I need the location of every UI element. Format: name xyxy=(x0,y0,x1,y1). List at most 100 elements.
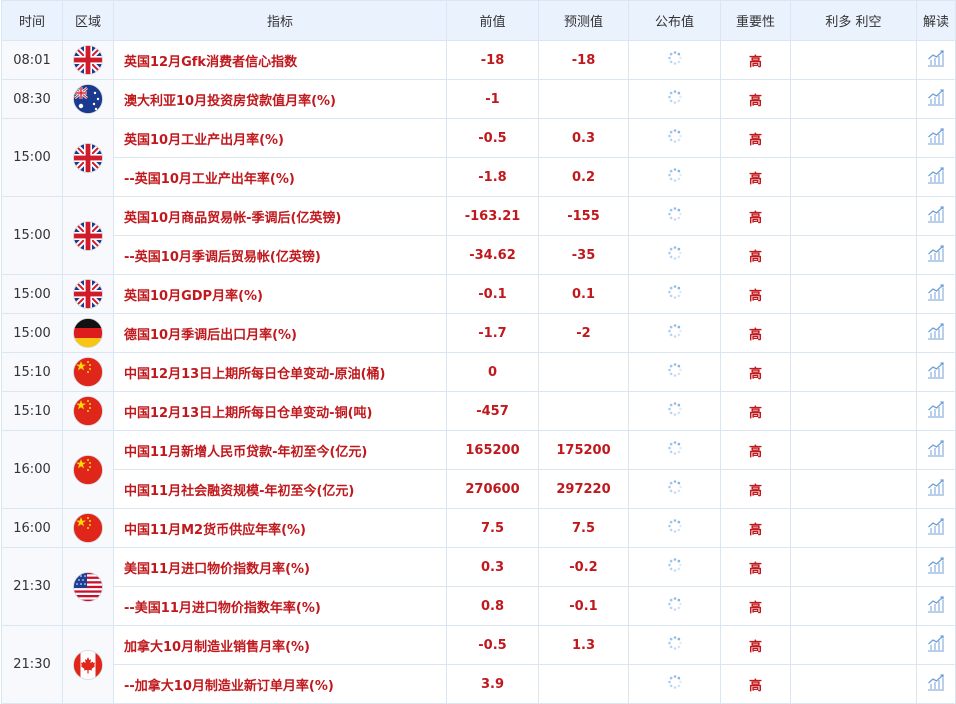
loading-spinner-icon xyxy=(667,90,683,109)
indicator-name[interactable]: 加拿大10月制造业销售月率(%) xyxy=(113,625,447,665)
indicator-name[interactable]: 英国10月工业产出月率(%) xyxy=(113,118,447,158)
analysis-cell[interactable] xyxy=(916,235,956,275)
chart-analysis-icon[interactable] xyxy=(926,89,946,111)
time-cell: 21:30 xyxy=(1,625,63,704)
china-flag-icon xyxy=(62,430,114,509)
indicator-name[interactable]: --英国10月季调后贸易帐(亿英镑) xyxy=(113,235,447,275)
chart-analysis-icon[interactable] xyxy=(926,440,946,462)
importance-level: 高 xyxy=(720,508,791,548)
importance-level: 高 xyxy=(720,79,791,119)
chart-analysis-icon[interactable] xyxy=(926,479,946,501)
analysis-cell[interactable] xyxy=(916,547,956,587)
analysis-cell[interactable] xyxy=(916,79,956,119)
indicator-name[interactable]: 中国12月13日上期所每日仓单变动-原油(桶) xyxy=(113,352,447,392)
actual-value xyxy=(628,79,721,119)
chart-analysis-icon[interactable] xyxy=(926,206,946,228)
chart-analysis-icon[interactable] xyxy=(926,362,946,384)
analysis-cell[interactable] xyxy=(916,508,956,548)
loading-spinner-icon xyxy=(667,285,683,304)
analysis-cell[interactable] xyxy=(916,313,956,353)
indicator-name[interactable]: 澳大利亚10月投资房贷款值月率(%) xyxy=(113,79,447,119)
analysis-cell[interactable] xyxy=(916,40,956,80)
actual-value xyxy=(628,157,721,197)
time-cell: 15:00 xyxy=(1,118,63,197)
table-row: 21:30 美国11月进口物价指数月率(%) 0.3 -0.2 高 xyxy=(1,547,956,626)
chart-analysis-icon[interactable] xyxy=(926,401,946,423)
previous-value: -163.21 xyxy=(446,196,539,236)
analysis-cell[interactable] xyxy=(916,274,956,314)
header-analysis: 解读 xyxy=(916,0,956,41)
indicator-name[interactable]: 英国10月GDP月率(%) xyxy=(113,274,447,314)
indicator-name[interactable]: 德国10月季调后出口月率(%) xyxy=(113,313,447,353)
indicator-name[interactable]: 美国11月进口物价指数月率(%) xyxy=(113,547,447,587)
importance-level: 高 xyxy=(720,586,791,626)
table-row: 08:01 英国12月Gfk消费者信心指数 -18 -18 高 xyxy=(1,40,956,80)
indicator-name[interactable]: 英国12月Gfk消费者信心指数 xyxy=(113,40,447,80)
analysis-cell[interactable] xyxy=(916,118,956,158)
time-cell: 15:00 xyxy=(1,313,63,353)
analysis-cell[interactable] xyxy=(916,625,956,665)
previous-value: 270600 xyxy=(446,469,539,509)
table-row: --加拿大10月制造业新订单月率(%) 3.9 高 xyxy=(2,664,956,704)
time-cell: 16:00 xyxy=(1,508,63,548)
importance-level: 高 xyxy=(720,40,791,80)
chart-analysis-icon[interactable] xyxy=(926,674,946,696)
forecast-value: -35 xyxy=(538,235,629,275)
germany-flag-icon xyxy=(62,313,114,353)
indicator-name[interactable]: 中国11月社会融资规模-年初至今(亿元) xyxy=(113,469,447,509)
analysis-cell[interactable] xyxy=(916,586,956,626)
chart-analysis-icon[interactable] xyxy=(926,50,946,72)
loading-spinner-icon xyxy=(667,246,683,265)
chart-analysis-icon[interactable] xyxy=(926,245,946,267)
indicator-name[interactable]: 英国10月商品贸易帐-季调后(亿英镑) xyxy=(113,196,447,236)
chart-analysis-icon[interactable] xyxy=(926,167,946,189)
actual-value xyxy=(628,118,721,158)
forecast-value: -18 xyxy=(538,40,629,80)
chart-analysis-icon[interactable] xyxy=(926,128,946,150)
actual-value xyxy=(628,274,721,314)
header-forecast: 预测值 xyxy=(538,0,629,41)
table-row: 15:00 英国10月GDP月率(%) -0.1 0.1 高 xyxy=(1,274,956,314)
chart-analysis-icon[interactable] xyxy=(926,518,946,540)
analysis-cell[interactable] xyxy=(916,391,956,431)
indicator-name[interactable]: --美国11月进口物价指数年率(%) xyxy=(113,586,447,626)
analysis-cell[interactable] xyxy=(916,157,956,197)
forecast-value: 0.1 xyxy=(538,274,629,314)
impact-cell xyxy=(790,235,917,275)
table-row: 中国11月社会融资规模-年初至今(亿元) 270600 297220 高 xyxy=(2,469,956,509)
indicator-name[interactable]: 中国12月13日上期所每日仓单变动-铜(吨) xyxy=(113,391,447,431)
chart-analysis-icon[interactable] xyxy=(926,635,946,657)
time-cell: 21:30 xyxy=(1,547,63,626)
forecast-value: 0.2 xyxy=(538,157,629,197)
analysis-cell[interactable] xyxy=(916,469,956,509)
table-row: 15:00 英国10月商品贸易帐-季调后(亿英镑) -163.21 -155 高 xyxy=(1,196,956,275)
calendar-body: 08:01 英国12月Gfk消费者信心指数 -18 -18 高 08:30 澳大利亚10月投… xyxy=(1,40,956,704)
indicator-name[interactable]: 中国11月M2货币供应年率(%) xyxy=(113,508,447,548)
table-row: 15:10 中国12月13日上期所每日仓单变动-原油(桶) 0 高 xyxy=(1,352,956,392)
china-flag-icon xyxy=(62,391,114,431)
indicator-name[interactable]: --英国10月工业产出年率(%) xyxy=(113,157,447,197)
header-time: 时间 xyxy=(1,0,63,41)
analysis-cell[interactable] xyxy=(916,430,956,470)
analysis-cell[interactable] xyxy=(916,664,956,704)
header-region: 区域 xyxy=(62,0,114,41)
actual-value xyxy=(628,586,721,626)
chart-analysis-icon[interactable] xyxy=(926,284,946,306)
time-cell: 16:00 xyxy=(1,430,63,509)
chart-analysis-icon[interactable] xyxy=(926,323,946,345)
forecast-value xyxy=(538,391,629,431)
forecast-value: 175200 xyxy=(538,430,629,470)
previous-value: -0.5 xyxy=(446,118,539,158)
chart-analysis-icon[interactable] xyxy=(926,596,946,618)
indicator-name[interactable]: --加拿大10月制造业新订单月率(%) xyxy=(113,664,447,704)
impact-cell xyxy=(790,79,917,119)
analysis-cell[interactable] xyxy=(916,352,956,392)
analysis-cell[interactable] xyxy=(916,196,956,236)
impact-cell xyxy=(790,196,917,236)
importance-level: 高 xyxy=(720,313,791,353)
table-row: 15:00 德国10月季调后出口月率(%) -1.7 -2 高 xyxy=(1,313,956,353)
chart-analysis-icon[interactable] xyxy=(926,557,946,579)
previous-value: -0.1 xyxy=(446,274,539,314)
previous-value: -34.62 xyxy=(446,235,539,275)
indicator-name[interactable]: 中国11月新增人民币贷款-年初至今(亿元) xyxy=(113,430,447,470)
